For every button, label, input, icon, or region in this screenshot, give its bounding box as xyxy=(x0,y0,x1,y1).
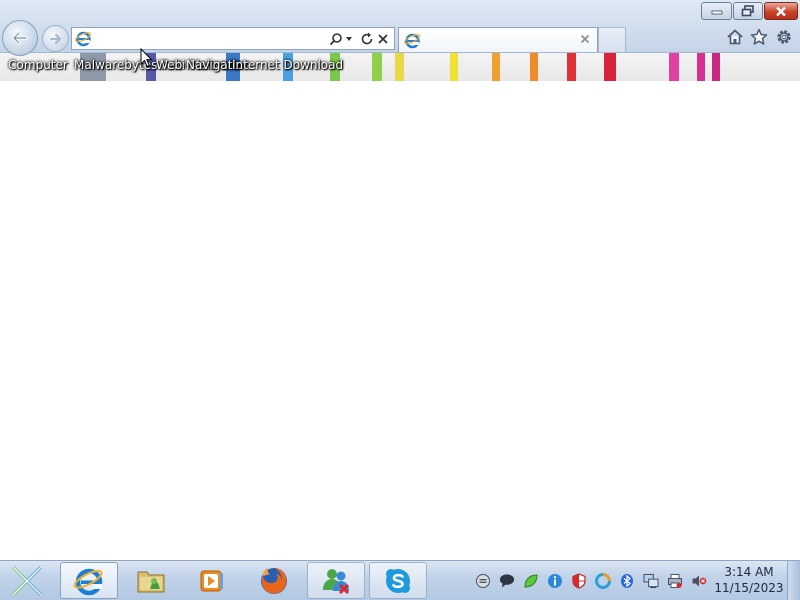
stop-button[interactable] xyxy=(375,30,391,47)
wallpaper-stripe xyxy=(697,52,705,81)
info-icon xyxy=(548,574,562,588)
wallpaper-stripe xyxy=(395,52,404,81)
new-tab-button[interactable] xyxy=(598,27,626,52)
skype-icon xyxy=(386,568,410,593)
taskbar-app-media-player[interactable] xyxy=(183,562,241,599)
ie-logo-icon xyxy=(404,33,421,49)
show-desktop-button[interactable] xyxy=(787,561,800,600)
close-icon xyxy=(776,6,786,16)
page-content[interactable] xyxy=(0,81,800,560)
restore-button[interactable] xyxy=(733,2,763,20)
mouse-cursor-icon xyxy=(140,48,153,68)
minimize-button[interactable] xyxy=(701,2,732,20)
address-input[interactable] xyxy=(94,30,324,47)
wallpaper-stripe xyxy=(567,52,576,81)
restore-icon xyxy=(741,5,754,17)
tray-leaf[interactable] xyxy=(523,573,539,589)
taskbar-app-internet-explorer[interactable] xyxy=(60,562,118,599)
start-orb-icon xyxy=(11,565,43,597)
tray-circle-app[interactable] xyxy=(595,573,611,589)
wallpaper-stripe xyxy=(604,52,616,81)
gear-icon xyxy=(777,30,791,44)
taskbar-app-messenger[interactable] xyxy=(307,562,365,599)
desktop-icon-internet-download[interactable]: Internet Download xyxy=(232,58,343,72)
tray-speech[interactable] xyxy=(499,573,515,589)
network-icon xyxy=(643,573,659,589)
browser-toolbar xyxy=(0,0,800,68)
forward-arrow-icon xyxy=(49,33,61,44)
wallpaper-stripe xyxy=(530,52,538,81)
leaf-icon xyxy=(524,574,538,588)
chat-bubble-icon xyxy=(476,574,490,588)
printer-icon xyxy=(668,574,682,588)
wallpaper-stripe xyxy=(492,52,500,81)
forward-button[interactable] xyxy=(42,25,69,52)
search-icon xyxy=(329,32,342,45)
speech-icon xyxy=(499,574,515,588)
favorites-star-icon xyxy=(750,28,768,45)
tray-network[interactable] xyxy=(643,573,659,589)
desktop-icon-malwarebytes[interactable]: Malwarebytes Anti-Malware xyxy=(74,58,240,72)
bluetooth-icon xyxy=(621,574,633,588)
clock-time: 3:14 AM xyxy=(724,565,774,579)
taskbar-app-firefox[interactable] xyxy=(245,562,303,599)
clock-date: 11/15/2023 xyxy=(714,581,784,595)
address-dropdown-button[interactable] xyxy=(344,30,354,47)
back-arrow-icon xyxy=(12,31,28,45)
system-clock[interactable]: 3:14 AM 11/15/2023 xyxy=(712,564,786,598)
volume-muted-icon xyxy=(692,575,707,587)
taskbar-app-file-explorer[interactable] xyxy=(122,562,180,599)
wallpaper-stripe xyxy=(712,52,720,81)
taskbar: 3:14 AM 11/15/2023 xyxy=(0,560,800,600)
internet-explorer-icon xyxy=(73,568,103,595)
minimize-icon xyxy=(711,10,722,15)
taskbar-app-skype[interactable] xyxy=(369,562,427,599)
home-button[interactable] xyxy=(725,27,745,47)
media-player-icon xyxy=(200,570,223,591)
desktop-icon-computer[interactable]: Computer xyxy=(6,58,70,72)
wallpaper-stripe xyxy=(450,52,458,81)
ie-logo-icon xyxy=(75,31,92,47)
refresh-icon xyxy=(361,32,373,44)
desktop-icon-strip: Computer Malwarebytes Anti-Malware Web N… xyxy=(0,52,800,81)
tray-chat-bubble[interactable] xyxy=(475,573,491,589)
tray-volume[interactable] xyxy=(691,573,707,589)
firefox-icon xyxy=(261,567,287,594)
address-bar[interactable] xyxy=(71,27,395,50)
close-window-button[interactable] xyxy=(764,2,798,20)
folder-icon xyxy=(137,571,165,592)
tab-close-button[interactable] xyxy=(577,31,593,47)
desktop-icon-web-navigation[interactable]: Web Navigation xyxy=(156,58,251,72)
close-icon xyxy=(580,34,590,44)
messenger-icon xyxy=(323,568,350,594)
wallpaper-stripe xyxy=(372,52,382,81)
back-button[interactable] xyxy=(2,20,38,56)
refresh-button[interactable] xyxy=(359,30,375,47)
circle-app-icon xyxy=(595,573,611,589)
favorites-button[interactable] xyxy=(749,27,769,47)
start-button[interactable] xyxy=(0,561,54,600)
search-button[interactable] xyxy=(328,30,344,47)
tray-bluetooth[interactable] xyxy=(619,573,635,589)
browser-tab[interactable] xyxy=(398,27,598,52)
tray-info[interactable] xyxy=(547,573,563,589)
tray-shield[interactable] xyxy=(571,573,587,589)
stop-icon xyxy=(378,33,388,44)
home-icon xyxy=(727,29,743,45)
dropdown-icon xyxy=(346,36,352,41)
tools-button[interactable] xyxy=(774,27,794,47)
shield-icon xyxy=(572,573,586,589)
wallpaper-stripe xyxy=(669,52,679,81)
tray-printer[interactable] xyxy=(667,573,683,589)
